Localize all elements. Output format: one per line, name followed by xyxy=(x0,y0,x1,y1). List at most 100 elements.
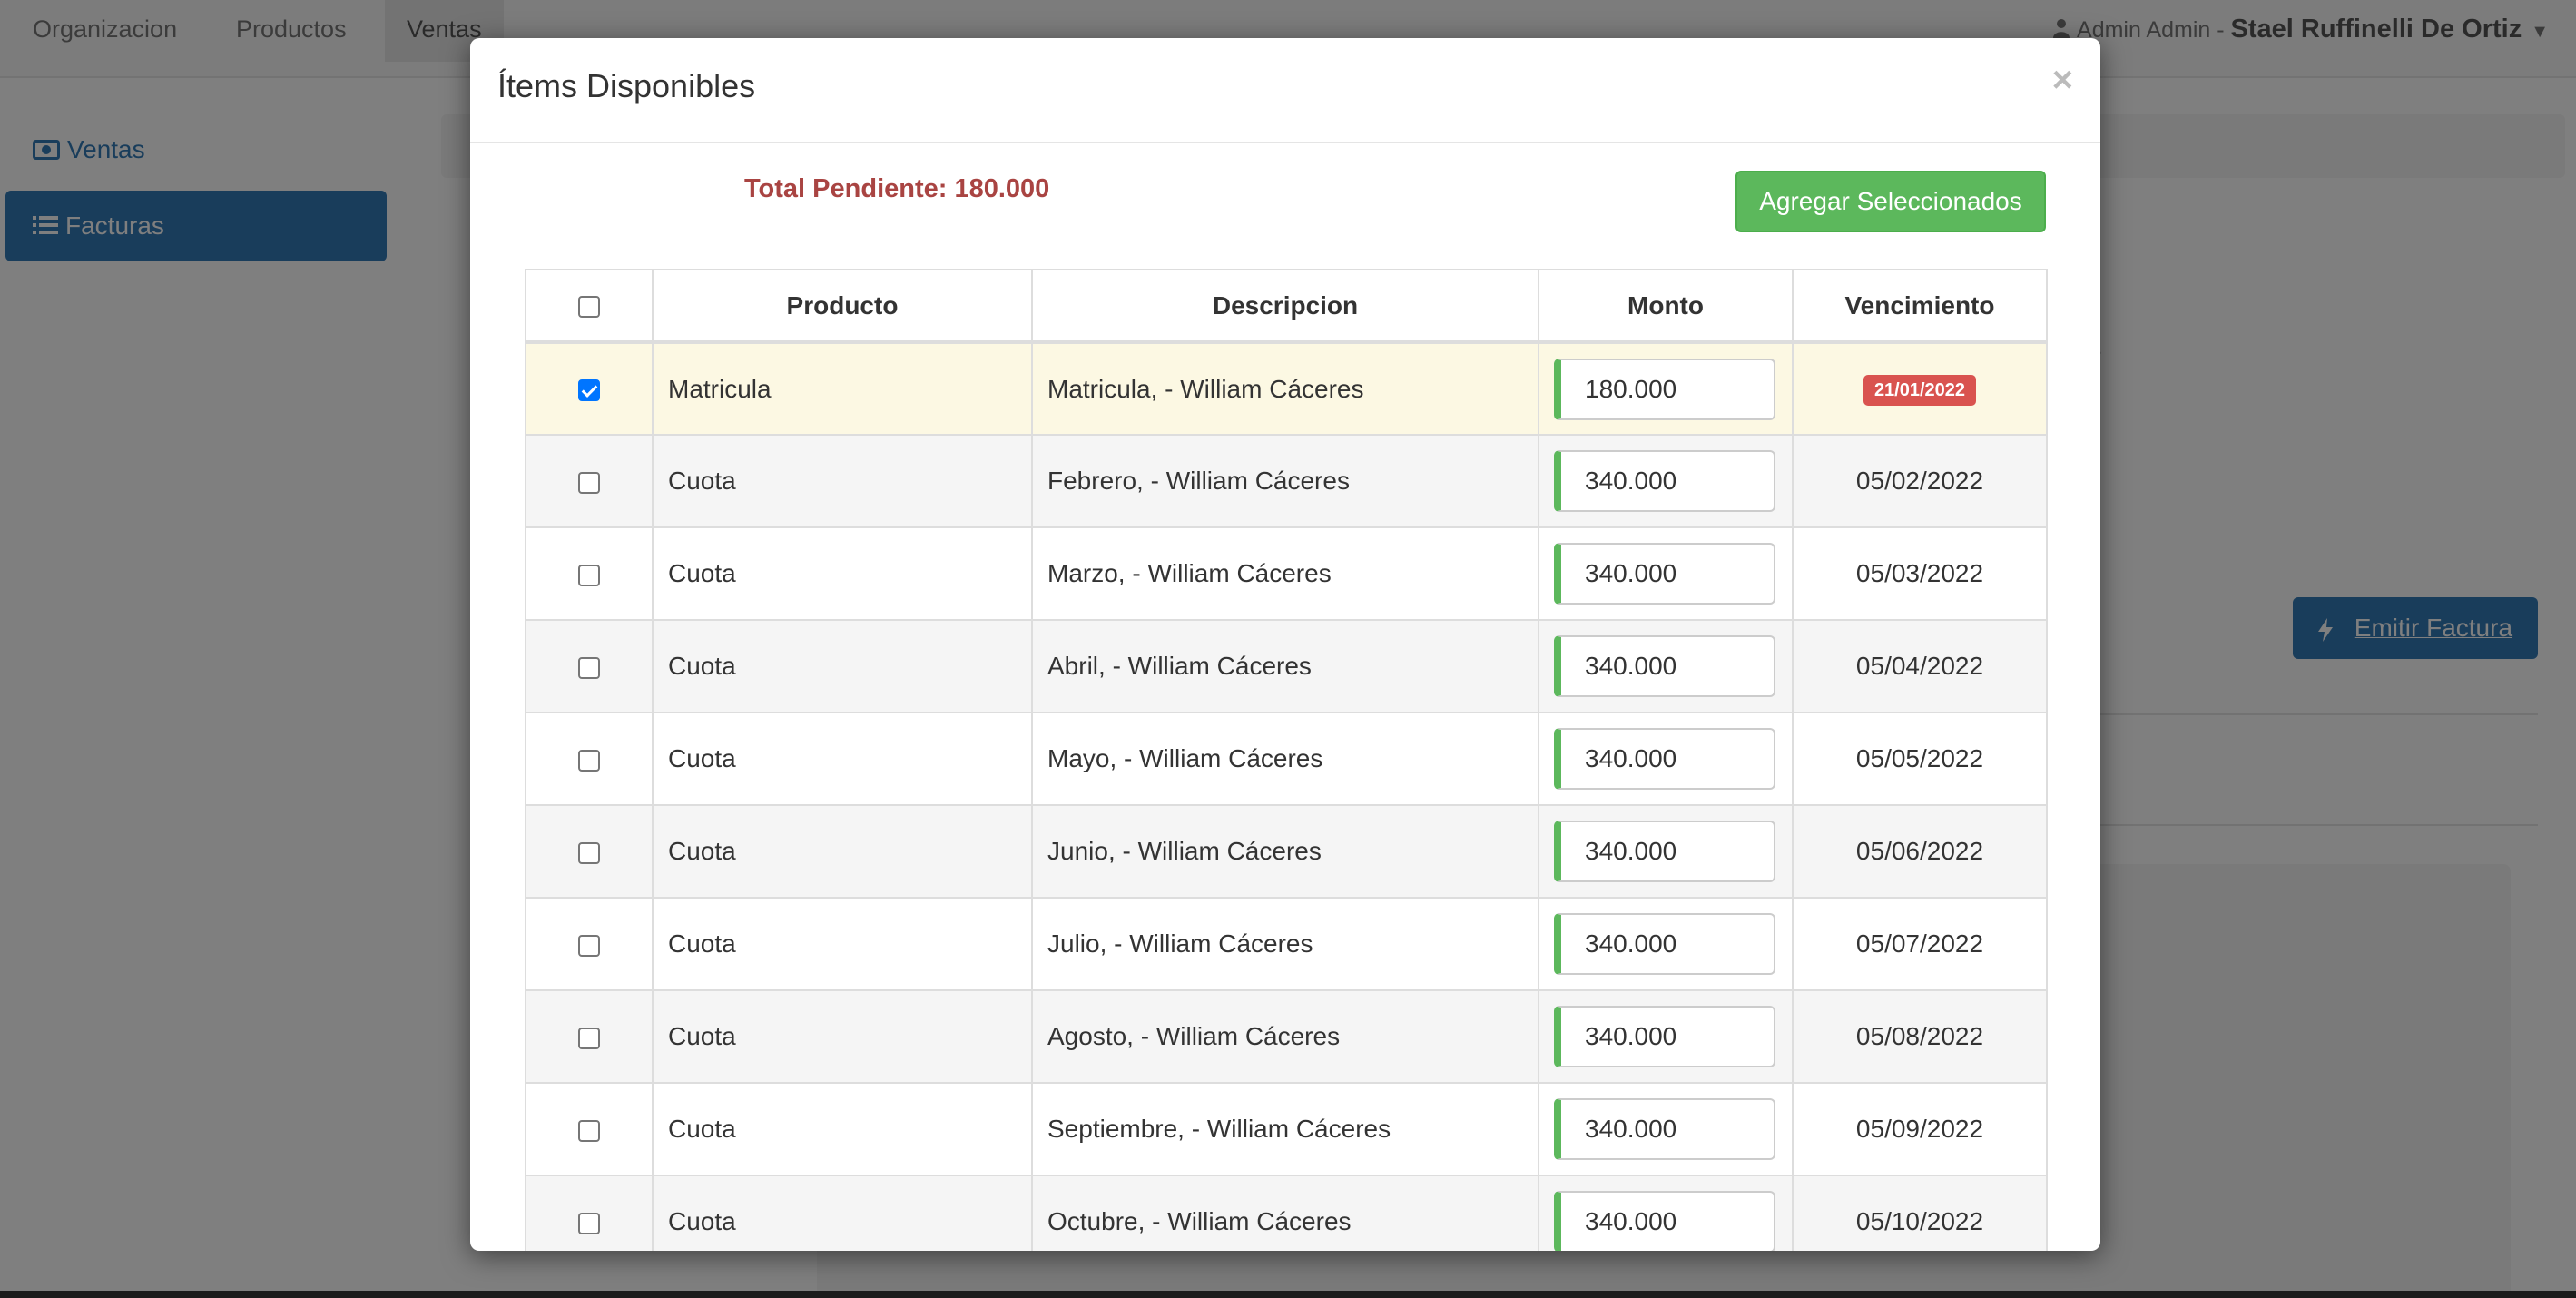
row-select-cell xyxy=(525,1175,654,1251)
due-date: 05/03/2022 xyxy=(1855,559,1984,587)
monto-cell xyxy=(1538,804,1794,899)
row-checkbox[interactable] xyxy=(578,1212,600,1234)
row-checkbox[interactable] xyxy=(578,934,600,957)
descripcion-cell: Junio, - William Cáceres xyxy=(1031,804,1539,899)
descripcion-cell: Mayo, - William Cáceres xyxy=(1031,712,1539,806)
monto-input[interactable] xyxy=(1561,1100,1774,1158)
vencimiento-cell: 21/01/2022 xyxy=(1792,341,2048,436)
table-row[interactable]: CuotaAbril, - William Cáceres 05/04/2022 xyxy=(525,619,2048,713)
monto-input[interactable] xyxy=(1561,545,1774,603)
row-checkbox[interactable] xyxy=(578,379,600,402)
monto-cell xyxy=(1538,1175,1794,1251)
vencimiento-cell: 05/08/2022 xyxy=(1792,989,2048,1084)
vencimiento-cell: 05/05/2022 xyxy=(1792,712,2048,806)
select-all-cell xyxy=(525,269,654,344)
table-row[interactable]: CuotaFebrero, - William Cáceres 05/02/202… xyxy=(525,434,2048,528)
monto-field-wrapper xyxy=(1554,913,1775,975)
row-select-cell xyxy=(525,526,654,621)
descripcion-cell: Julio, - William Cáceres xyxy=(1031,897,1539,991)
vencimiento-cell: 05/07/2022 xyxy=(1792,897,2048,991)
monto-cell xyxy=(1538,434,1794,528)
select-all-checkbox[interactable] xyxy=(578,296,600,319)
monto-field-wrapper xyxy=(1554,728,1775,790)
table-row[interactable]: CuotaJulio, - William Cáceres 05/07/2022 xyxy=(525,897,2048,991)
bottom-strip xyxy=(0,1291,2576,1298)
monto-input[interactable] xyxy=(1561,730,1774,788)
vencimiento-cell: 05/09/2022 xyxy=(1792,1082,2048,1176)
due-date: 05/10/2022 xyxy=(1855,1207,1984,1235)
monto-cell xyxy=(1538,897,1794,991)
items-table-body: MatriculaMatricula, - William Cáceres 21/… xyxy=(525,341,2048,1251)
table-row[interactable]: CuotaAgosto, - William Cáceres 05/08/2022 xyxy=(525,989,2048,1084)
row-checkbox[interactable] xyxy=(578,471,600,494)
column-header-vencimiento[interactable]: Vencimiento xyxy=(1792,269,2048,344)
modal-title: Ítems Disponibles xyxy=(497,67,756,104)
producto-cell: Cuota xyxy=(652,1175,1033,1251)
row-select-cell xyxy=(525,619,654,713)
monto-cell xyxy=(1538,989,1794,1084)
producto-cell: Cuota xyxy=(652,1082,1033,1176)
row-checkbox[interactable] xyxy=(578,1119,600,1142)
monto-input[interactable] xyxy=(1561,822,1774,880)
monto-input[interactable] xyxy=(1561,1193,1774,1251)
monto-field-wrapper xyxy=(1554,821,1775,882)
monto-field-wrapper xyxy=(1554,450,1775,512)
monto-cell xyxy=(1538,1082,1794,1176)
row-select-cell xyxy=(525,434,654,528)
row-checkbox[interactable] xyxy=(578,564,600,586)
monto-input[interactable] xyxy=(1561,359,1774,418)
column-header-descripcion[interactable]: Descripcion xyxy=(1031,269,1539,344)
producto-cell: Cuota xyxy=(652,804,1033,899)
monto-cell xyxy=(1538,712,1794,806)
table-row[interactable]: MatriculaMatricula, - William Cáceres 21/… xyxy=(525,341,2048,436)
column-header-producto[interactable]: Producto xyxy=(652,269,1033,344)
table-row[interactable]: CuotaMayo, - William Cáceres 05/05/2022 xyxy=(525,712,2048,806)
monto-input[interactable] xyxy=(1561,915,1774,973)
row-select-cell xyxy=(525,712,654,806)
row-checkbox[interactable] xyxy=(578,749,600,772)
row-checkbox[interactable] xyxy=(578,656,600,679)
due-date: 05/06/2022 xyxy=(1855,837,1984,865)
due-date: 05/02/2022 xyxy=(1855,467,1984,495)
descripcion-cell: Marzo, - William Cáceres xyxy=(1031,526,1539,621)
producto-cell: Matricula xyxy=(652,341,1033,436)
monto-field-wrapper xyxy=(1554,543,1775,605)
descripcion-cell: Abril, - William Cáceres xyxy=(1031,619,1539,713)
producto-cell: Cuota xyxy=(652,897,1033,991)
table-header-row: Producto Descripcion Monto Vencimiento xyxy=(525,269,2048,344)
producto-cell: Cuota xyxy=(652,434,1033,528)
vencimiento-cell: 05/06/2022 xyxy=(1792,804,2048,899)
add-selected-button[interactable]: Agregar Seleccionados xyxy=(1735,171,2046,232)
monto-cell xyxy=(1538,619,1794,713)
table-row[interactable]: CuotaJunio, - William Cáceres 05/06/2022 xyxy=(525,804,2048,899)
monto-input[interactable] xyxy=(1561,452,1774,510)
monto-input[interactable] xyxy=(1561,637,1774,695)
table-row[interactable]: CuotaOctubre, - William Cáceres 05/10/202… xyxy=(525,1175,2048,1251)
due-date: 05/04/2022 xyxy=(1855,652,1984,680)
due-date: 05/07/2022 xyxy=(1855,929,1984,958)
row-checkbox[interactable] xyxy=(578,841,600,864)
close-icon[interactable]: × xyxy=(2052,62,2073,98)
items-modal: Ítems Disponibles × Total Pendiente: 180… xyxy=(470,38,2100,1251)
due-date: 05/09/2022 xyxy=(1855,1115,1984,1143)
descripcion-cell: Matricula, - William Cáceres xyxy=(1031,341,1539,436)
table-row[interactable]: CuotaMarzo, - William Cáceres 05/03/2022 xyxy=(525,526,2048,621)
producto-cell: Cuota xyxy=(652,712,1033,806)
modal-header: Ítems Disponibles × xyxy=(470,38,2100,143)
monto-input[interactable] xyxy=(1561,1008,1774,1066)
monto-cell xyxy=(1538,526,1794,621)
vencimiento-cell: 05/02/2022 xyxy=(1792,434,2048,528)
overdue-date-badge: 21/01/2022 xyxy=(1863,374,1977,406)
total-pendiente: Total Pendiente: 180.000 xyxy=(744,174,1050,203)
producto-cell: Cuota xyxy=(652,526,1033,621)
column-header-monto[interactable]: Monto xyxy=(1538,269,1794,344)
monto-cell xyxy=(1538,341,1794,436)
vencimiento-cell: 05/04/2022 xyxy=(1792,619,2048,713)
due-date: 05/08/2022 xyxy=(1855,1022,1984,1050)
row-select-cell xyxy=(525,1082,654,1176)
row-checkbox[interactable] xyxy=(578,1027,600,1049)
table-row[interactable]: CuotaSeptiembre, - William Cáceres 05/09/… xyxy=(525,1082,2048,1176)
items-table: Producto Descripcion Monto Vencimiento M… xyxy=(525,269,2048,1251)
vencimiento-cell: 05/03/2022 xyxy=(1792,526,2048,621)
descripcion-cell: Febrero, - William Cáceres xyxy=(1031,434,1539,528)
